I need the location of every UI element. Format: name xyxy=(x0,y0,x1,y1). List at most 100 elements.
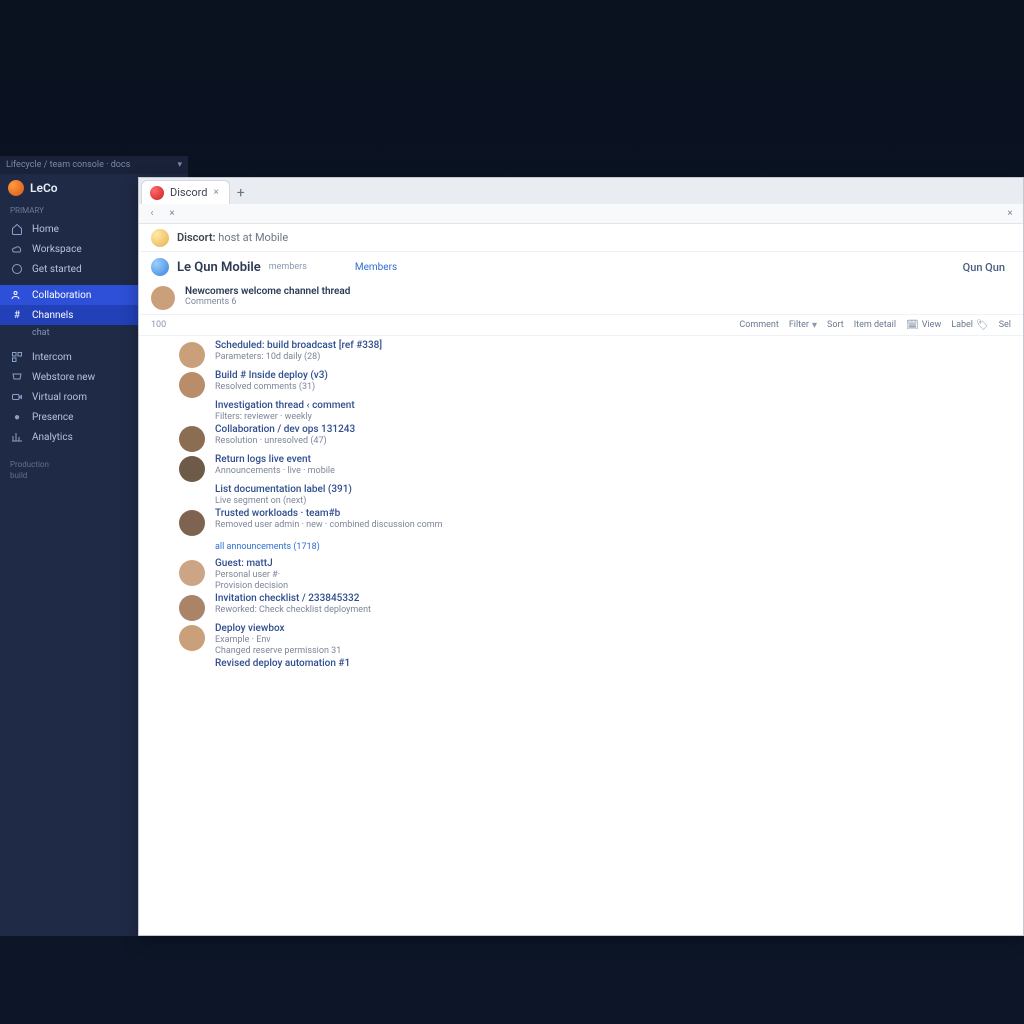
message-subtitle: Announcements · live · mobile xyxy=(215,466,335,476)
message-title: Investigation thread ‹ comment xyxy=(215,400,355,411)
message-body: List documentation label (391)Live segme… xyxy=(215,484,352,506)
message-body: Scheduled: build broadcast [ref #338]Par… xyxy=(215,340,382,362)
thread-avatar xyxy=(151,286,175,310)
toolbar-filter[interactable]: Filter▾ xyxy=(789,320,817,331)
message-body: Return logs live eventAnnouncements · li… xyxy=(215,454,335,476)
toolbar-count: 100 xyxy=(151,320,166,330)
server-meta: members xyxy=(269,262,307,272)
nav-label: Home xyxy=(32,224,59,235)
nav-back-icon[interactable]: ‹ xyxy=(145,207,159,221)
message-subtitle: Resolved comments (31) xyxy=(215,382,328,392)
message-subtitle: Personal user #· xyxy=(215,570,288,580)
message-row[interactable]: Return logs live eventAnnouncements · li… xyxy=(179,454,1023,484)
breadcrumb-text: Discort: host at Mobile xyxy=(177,231,288,244)
grid-icon xyxy=(10,350,24,364)
thread-subtitle: Comments 6 xyxy=(185,297,350,307)
nav-label: Get started xyxy=(32,264,82,275)
nav-label: Workspace xyxy=(32,244,82,255)
message-row[interactable]: Collaboration / dev ops 131243Resolution… xyxy=(179,424,1023,454)
message-subtitle: Reworked: Check checklist deployment xyxy=(215,605,371,615)
sidebar-title: Lifecycle / team console · docs xyxy=(6,160,130,170)
message-avatar xyxy=(179,372,205,398)
browser-window: Discord × + ‹ × × Discort: host at Mobil… xyxy=(138,177,1024,936)
toolbar-view[interactable]: 🗓View xyxy=(906,320,941,331)
message-subtitle: Removed user admin · new · combined disc… xyxy=(215,520,443,530)
message-subtitle: Resolution · unresolved (47) xyxy=(215,436,355,446)
message-body: Invitation checklist / 233845332Reworked… xyxy=(215,593,371,615)
message-extra[interactable]: all announcements (1718) xyxy=(179,538,320,556)
message-row[interactable]: Scheduled: build broadcast [ref #338]Par… xyxy=(179,340,1023,370)
toolbar-sort[interactable]: Sort xyxy=(827,320,844,330)
message-title: Trusted workloads · team#b xyxy=(215,508,443,519)
tab-close-icon[interactable]: × xyxy=(213,187,218,198)
thread-header: Newcomers welcome channel thread Comment… xyxy=(139,282,1023,314)
nav-label: Analytics xyxy=(32,432,73,443)
message-subtitle: Example · Env xyxy=(215,635,341,645)
message-row[interactable]: Revised deploy automation #1 xyxy=(179,658,1023,671)
message-body: Revised deploy automation #1 xyxy=(215,658,350,669)
browser-tab-discord[interactable]: Discord × xyxy=(141,180,230,204)
message-avatar xyxy=(179,560,205,586)
nav-label: Webstore new xyxy=(32,372,95,383)
nav-label: Virtual room xyxy=(32,392,87,403)
sidebar-caret-icon[interactable]: ▾ xyxy=(177,160,182,170)
message-title: Guest: mattJ xyxy=(215,558,288,569)
toolbar-sel[interactable]: Sel xyxy=(999,320,1011,330)
server-name: Le Qun Mobile xyxy=(177,260,261,275)
sidebar-titlebar[interactable]: Lifecycle / team console · docs ▾ xyxy=(0,156,188,174)
nav-close-icon[interactable]: × xyxy=(165,207,179,221)
server-right-label: Qun Qun xyxy=(963,261,1011,274)
server-icon xyxy=(151,258,169,276)
message-row[interactable]: Investigation thread ‹ commentFilters: r… xyxy=(179,400,1023,424)
tag-icon: 🏷 xyxy=(976,320,989,331)
brand-logo-icon xyxy=(8,180,24,196)
browser-addressbar: ‹ × × xyxy=(139,204,1023,224)
thread-title: Newcomers welcome channel thread xyxy=(185,286,350,297)
toolbar-detail[interactable]: Item detail xyxy=(854,320,896,330)
message-title: List documentation label (391) xyxy=(215,484,352,495)
message-title: Deploy viewbox xyxy=(215,623,341,634)
toolbar-comment[interactable]: Comment xyxy=(739,320,778,330)
message-avatar xyxy=(179,625,205,651)
message-row[interactable]: Invitation checklist / 233845332Reworked… xyxy=(179,593,1023,623)
tab-favicon-icon xyxy=(150,186,164,200)
message-avatar xyxy=(179,342,205,368)
message-row[interactable]: Guest: mattJPersonal user #·Provision de… xyxy=(179,558,1023,593)
toolbar-label[interactable]: Label🏷 xyxy=(951,320,988,331)
message-row[interactable]: List documentation label (391)Live segme… xyxy=(179,484,1023,508)
message-row[interactable]: Trusted workloads · team#bRemoved user a… xyxy=(179,508,1023,538)
message-avatar xyxy=(179,456,205,482)
rocket-icon xyxy=(10,262,24,276)
browser-tabbar: Discord × + xyxy=(139,178,1023,204)
hash-icon: # xyxy=(10,308,24,322)
message-subtitle: Changed reserve permission 31 xyxy=(215,646,341,656)
tab-title: Discord xyxy=(170,186,207,199)
message-body: Build # Inside deploy (v3)Resolved comme… xyxy=(215,370,328,392)
addr-close-icon[interactable]: × xyxy=(1003,207,1017,221)
message-title: Collaboration / dev ops 131243 xyxy=(215,424,355,435)
message-row[interactable]: all announcements (1718) xyxy=(179,538,1023,558)
message-body: Trusted workloads · team#bRemoved user a… xyxy=(215,508,443,530)
cloud-icon xyxy=(10,242,24,256)
nav-label: Collaboration xyxy=(32,290,91,301)
message-title: Return logs live event xyxy=(215,454,335,465)
message-subtitle: Filters: reviewer · weekly xyxy=(215,412,355,422)
message-avatar xyxy=(179,595,205,621)
message-body: Investigation thread ‹ commentFilters: r… xyxy=(215,400,355,422)
message-body: Collaboration / dev ops 131243Resolution… xyxy=(215,424,355,446)
nav-label: Channels xyxy=(32,310,73,321)
message-list: Scheduled: build broadcast [ref #338]Par… xyxy=(139,336,1023,691)
calendar-icon: 🗓 xyxy=(906,320,919,331)
page-content: Discort: host at Mobile Le Qun Mobile me… xyxy=(139,224,1023,935)
message-subtitle: Parameters: 10d daily (28) xyxy=(215,352,382,362)
home-icon xyxy=(10,222,24,236)
message-row[interactable]: Deploy viewboxExample · EnvChanged reser… xyxy=(179,623,1023,658)
message-body: Guest: mattJPersonal user #·Provision de… xyxy=(215,558,288,591)
message-row[interactable]: Build # Inside deploy (v3)Resolved comme… xyxy=(179,370,1023,400)
new-tab-button[interactable]: + xyxy=(230,182,252,204)
page-breadcrumb: Discort: host at Mobile xyxy=(139,224,1023,252)
nav-label: Intercom xyxy=(32,352,72,363)
message-title: Build # Inside deploy (v3) xyxy=(215,370,328,381)
message-subtitle: Provision decision xyxy=(215,581,288,591)
server-tab-members[interactable]: Members xyxy=(355,262,397,273)
